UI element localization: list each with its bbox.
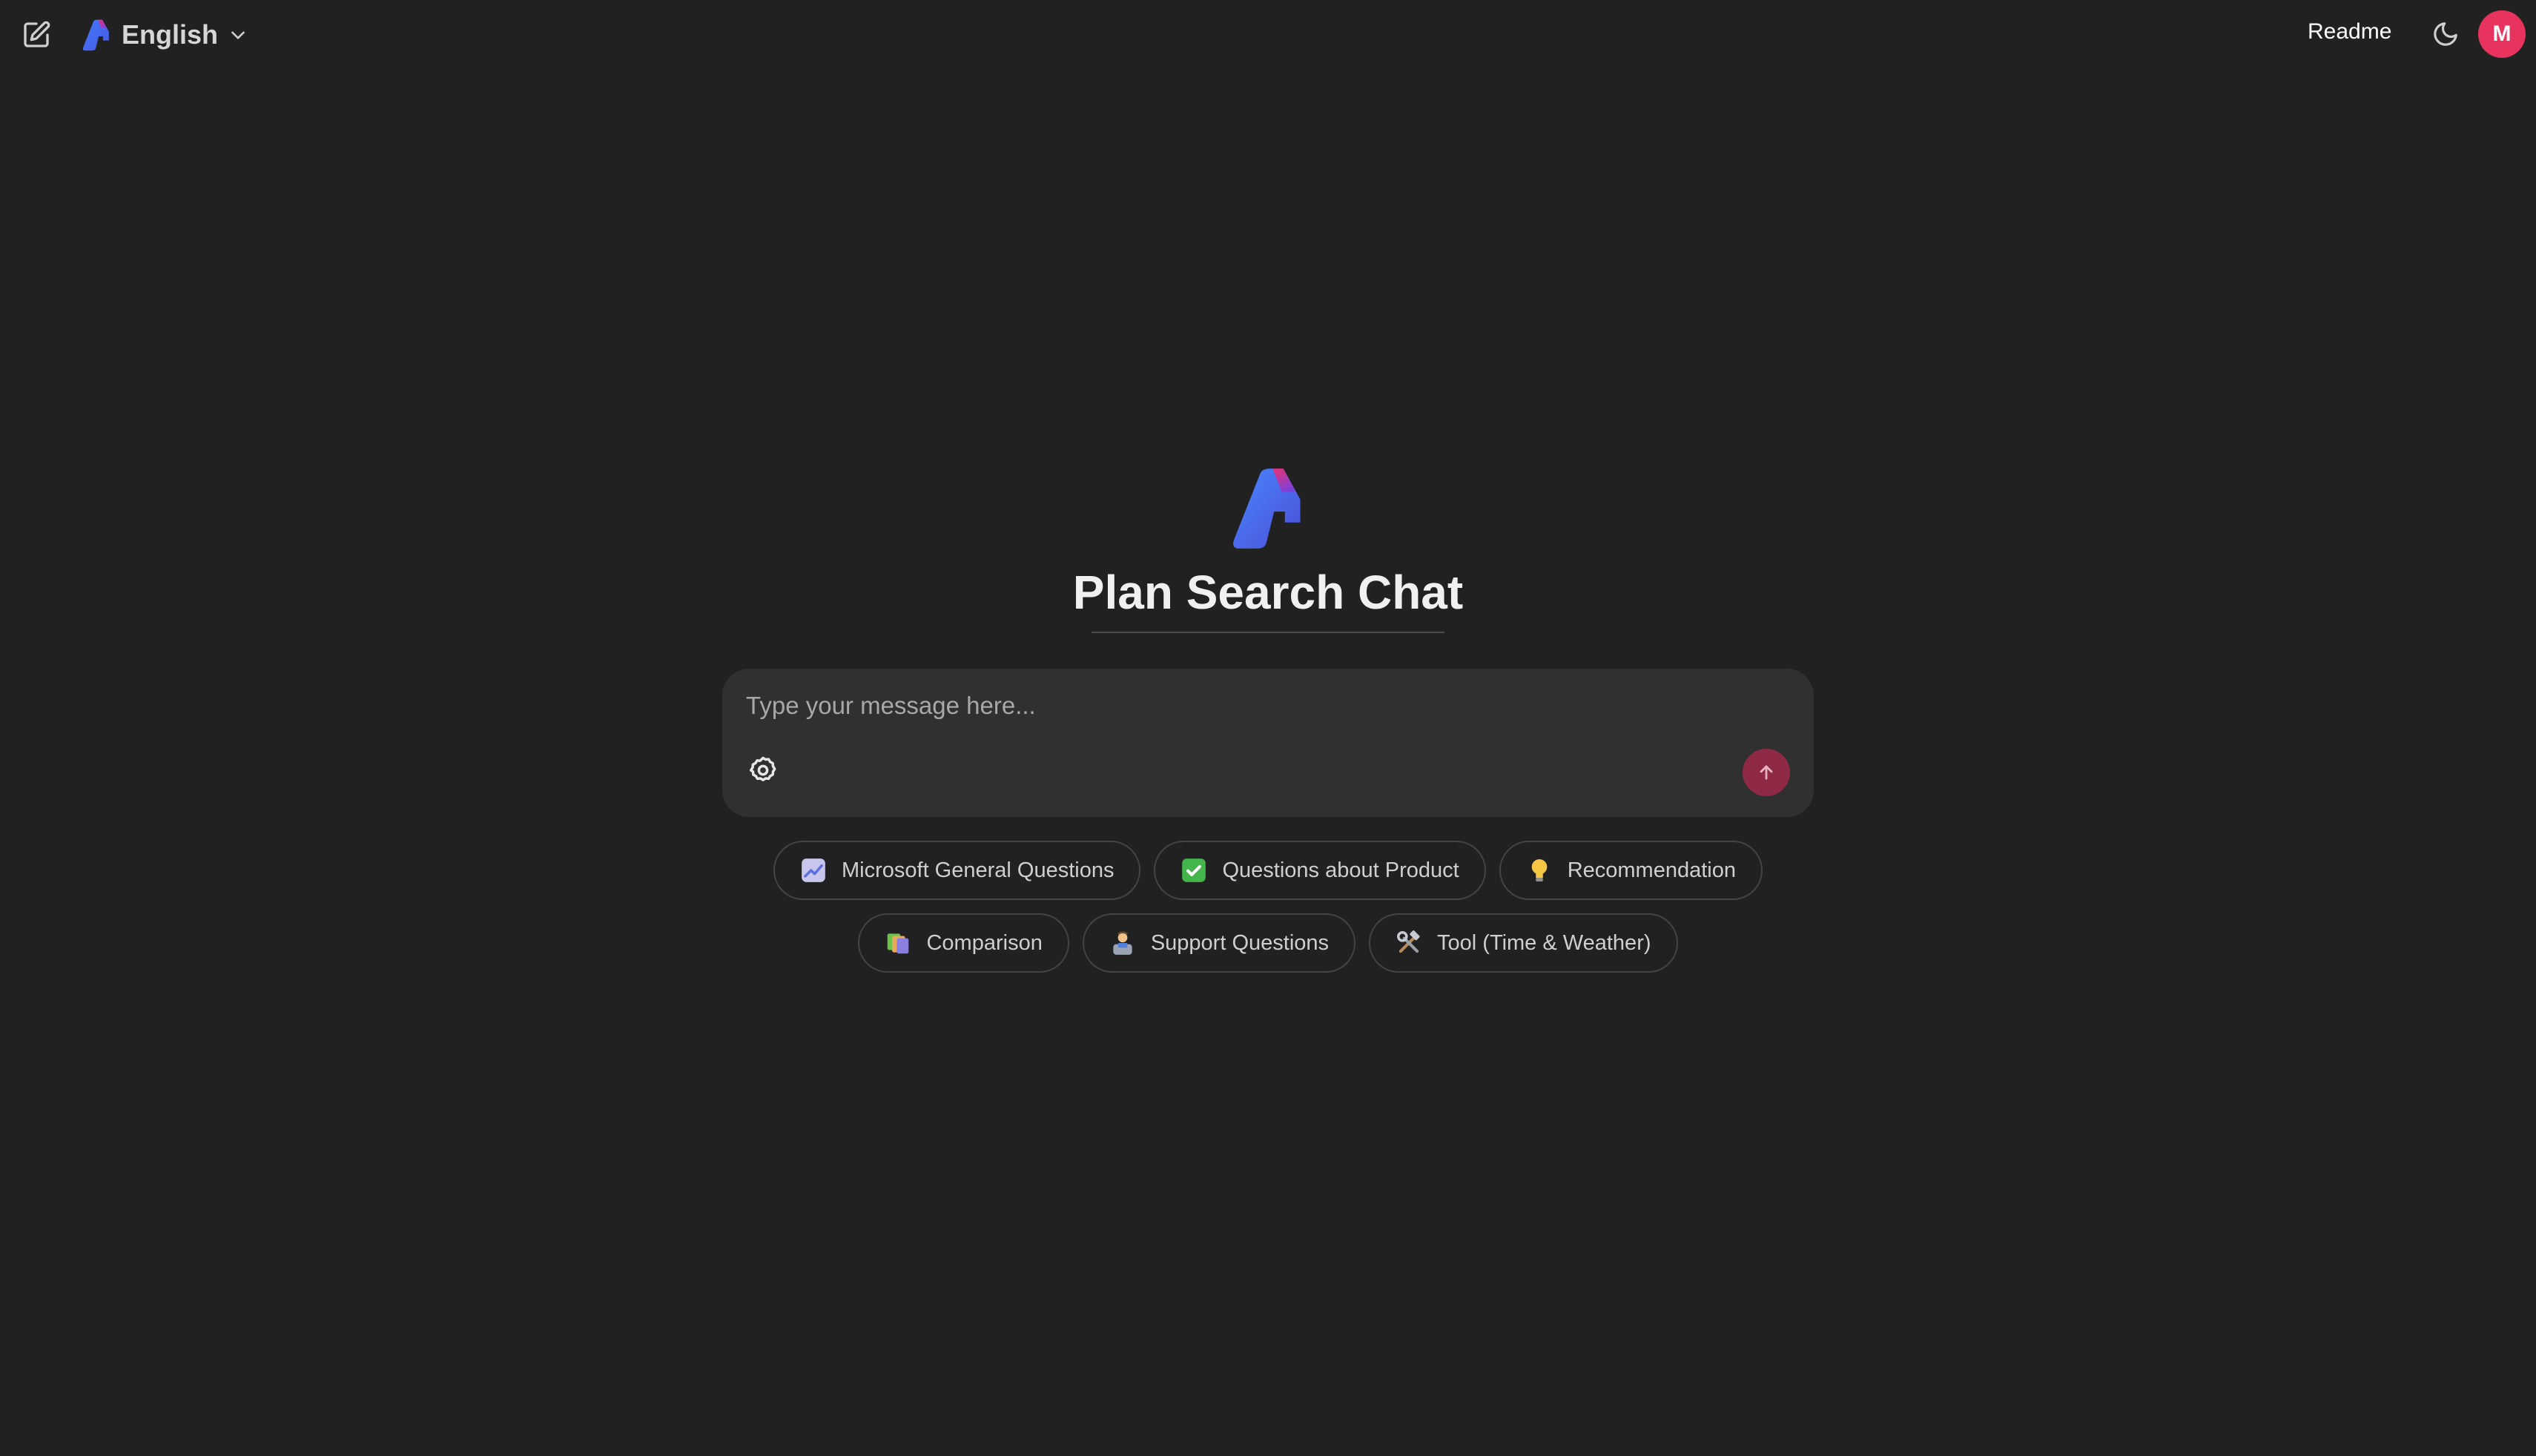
edit-icon (24, 21, 50, 47)
arrow-up-icon (1760, 765, 1773, 780)
suggestion-label: Tool (Time & Weather) (1437, 930, 1651, 955)
send-button[interactable] (1743, 749, 1790, 796)
page-title: Plan Search Chat (1072, 566, 1464, 619)
language-selector[interactable]: English (82, 15, 248, 55)
chevron-down-icon (231, 31, 245, 39)
moon-icon (2434, 22, 2457, 46)
suggestion-label: Microsoft General Questions (842, 858, 1115, 882)
check-mark-button-icon (1179, 856, 1209, 885)
avatar-initial: M (2492, 21, 2512, 46)
readme-link[interactable]: Readme (2308, 19, 2391, 44)
language-label: English (122, 19, 219, 50)
suggestion-label: Support Questions (1150, 930, 1330, 955)
suggestion-chip[interactable]: Tool (Time & Weather) (1369, 913, 1678, 973)
suggestion-chip[interactable]: Microsoft General Questions (773, 841, 1141, 900)
message-input[interactable] (746, 685, 1784, 727)
app-logo-icon (1233, 469, 1301, 549)
suggestion-label: Questions about Product (1222, 858, 1459, 882)
suggestion-chips: Microsoft General Questions Questions ab… (0, 841, 2536, 986)
suggestion-chip[interactable]: Questions about Product (1154, 841, 1486, 900)
title-underline (1092, 632, 1444, 633)
hammer-and-wrench-icon (1394, 928, 1424, 958)
suggestion-label: Comparison (926, 930, 1043, 955)
gear-icon (749, 756, 776, 781)
light-bulb-icon (1525, 856, 1554, 885)
chart-increasing-icon (799, 856, 828, 885)
new-chat-button[interactable] (19, 18, 53, 52)
settings-button[interactable] (746, 753, 780, 787)
message-composer (722, 669, 1814, 817)
theme-toggle-button[interactable] (2429, 18, 2462, 50)
suggestion-chip[interactable]: Support Questions (1082, 913, 1356, 973)
support-agent-icon (1108, 928, 1137, 958)
suggestion-label: Recommendation (1567, 858, 1736, 882)
avatar[interactable]: M (2478, 10, 2526, 58)
bookmark-tabs-icon (883, 928, 913, 958)
suggestion-row: Microsoft General Questions Questions ab… (0, 841, 2536, 900)
suggestion-chip[interactable]: Comparison (858, 913, 1069, 973)
top-bar: English Readme M (0, 0, 2536, 68)
app-logo-icon (82, 19, 109, 51)
suggestion-chip[interactable]: Recommendation (1499, 841, 1763, 900)
suggestion-row: Comparison Support Questions Tool (Time … (0, 913, 2536, 973)
